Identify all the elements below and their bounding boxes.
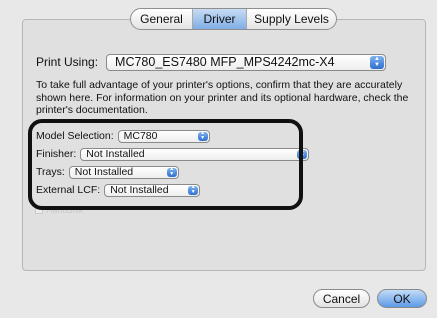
external-lcf-label: External LCF:	[36, 184, 101, 196]
print-using-value: MC780_ES7480 MFP_MPS4242mc-X4	[115, 55, 335, 69]
external-lcf-row: External LCF: Not Installed ▲ ▼	[36, 183, 201, 197]
external-lcf-value: Not Installed	[110, 184, 169, 196]
handdisk-label: Handdisk	[46, 205, 84, 215]
trays-row: Trays: Not Installed ▲ ▼	[36, 165, 179, 179]
model-selection-row: Model Selection: MC780 ▲ ▼	[36, 129, 210, 143]
cancel-button[interactable]: Cancel	[313, 289, 370, 308]
tab-supply-levels[interactable]: Supply Levels	[247, 9, 336, 29]
trays-label: Trays:	[36, 166, 65, 178]
popup-arrows-icon: ▲ ▼	[188, 185, 199, 195]
external-lcf-popup[interactable]: Not Installed ▲ ▼	[104, 183, 201, 197]
trays-popup[interactable]: Not Installed ▲ ▼	[68, 165, 179, 179]
tab-driver[interactable]: Driver	[193, 9, 247, 29]
popup-arrows-icon: ▲ ▼	[197, 131, 208, 141]
ok-button[interactable]: OK	[377, 289, 427, 308]
popup-arrows-icon: ▲ ▼	[297, 149, 308, 159]
model-selection-value: MC780	[123, 130, 158, 142]
finisher-label: Finisher:	[36, 148, 77, 160]
print-using-label: Print Using:	[36, 55, 99, 69]
popup-arrows-icon: ▲ ▼	[370, 55, 385, 69]
finisher-row: Finisher: Not Installed ▲ ▼	[36, 147, 310, 161]
checkbox-box-icon	[35, 206, 43, 214]
handdisk-checkbox[interactable]: Handdisk	[35, 205, 84, 215]
description-text: To take full advantage of your printer's…	[36, 79, 409, 116]
print-using-row: Print Using: MC780_ES7480 MFP_MPS4242mc-…	[36, 53, 387, 71]
print-using-popup[interactable]: MC780_ES7480 MFP_MPS4242mc-X4 ▲ ▼	[106, 53, 387, 71]
tab-general[interactable]: General	[131, 9, 193, 29]
model-selection-popup[interactable]: MC780 ▲ ▼	[117, 129, 210, 143]
finisher-popup[interactable]: Not Installed ▲ ▼	[80, 147, 310, 161]
finisher-value: Not Installed	[86, 148, 145, 160]
model-selection-label: Model Selection:	[36, 130, 114, 142]
trays-value: Not Installed	[74, 166, 134, 178]
tab-bar: General Driver Supply Levels	[130, 8, 337, 30]
popup-arrows-icon: ▲ ▼	[166, 167, 177, 177]
